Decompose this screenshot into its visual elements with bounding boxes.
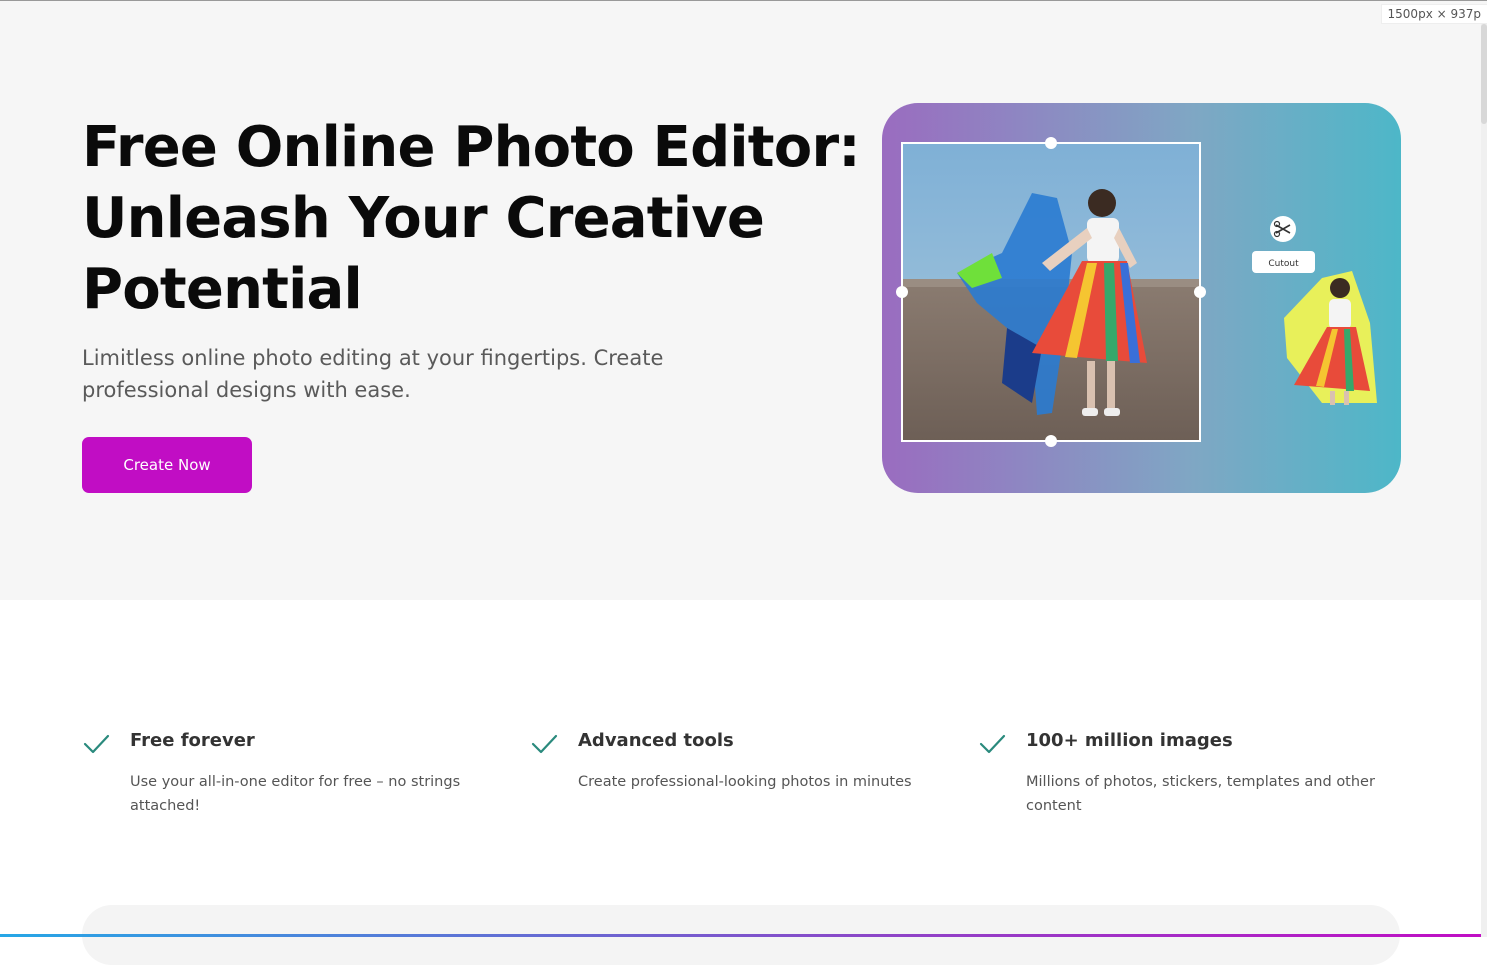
hero-subtitle: Limitless online photo editing at your f…	[82, 346, 664, 402]
resize-handle-left	[896, 286, 908, 298]
feature-title: Advanced tools	[578, 730, 734, 751]
hero-illustration-svg: Cutout	[882, 103, 1401, 493]
hero-illustration: Cutout	[882, 103, 1401, 493]
window-top-border	[0, 0, 1487, 1]
resize-handle-bottom	[1045, 435, 1057, 447]
feature-title: Free forever	[130, 730, 255, 751]
resize-handle-top	[1045, 137, 1057, 149]
viewport-size-badge: 1500px × 937p	[1380, 4, 1487, 24]
feature-description: Use your all-in-one editor for free – no…	[130, 774, 461, 814]
hero-title: Free Online Photo Editor: Unleash Your C…	[82, 112, 861, 325]
features-section: Free forever Use your all-in-one editor …	[0, 600, 1487, 937]
feature-description: Millions of photos, stickers, templates …	[1026, 774, 1375, 814]
feature-description: Create professional-looking photos in mi…	[578, 774, 912, 790]
scrollbar-track[interactable]	[1481, 22, 1487, 937]
photo-canvas	[902, 143, 1200, 441]
check-icon	[83, 734, 110, 754]
hero-title-line-1: Free Online Photo Editor:	[82, 115, 861, 180]
check-icon	[979, 734, 1006, 754]
create-now-button[interactable]: Create Now	[82, 437, 252, 493]
hero-title-line-3: Potential	[82, 257, 363, 322]
resize-handle-right	[1194, 286, 1206, 298]
hero-section: Free Online Photo Editor: Unleash Your C…	[0, 0, 1487, 600]
scrollbar-thumb[interactable]	[1481, 24, 1487, 124]
cutout-label: Cutout	[1268, 259, 1299, 269]
hero-title-line-2: Unleash Your Creative	[82, 186, 765, 251]
feature-title: 100+ million images	[1026, 730, 1233, 751]
check-icon	[531, 734, 558, 754]
